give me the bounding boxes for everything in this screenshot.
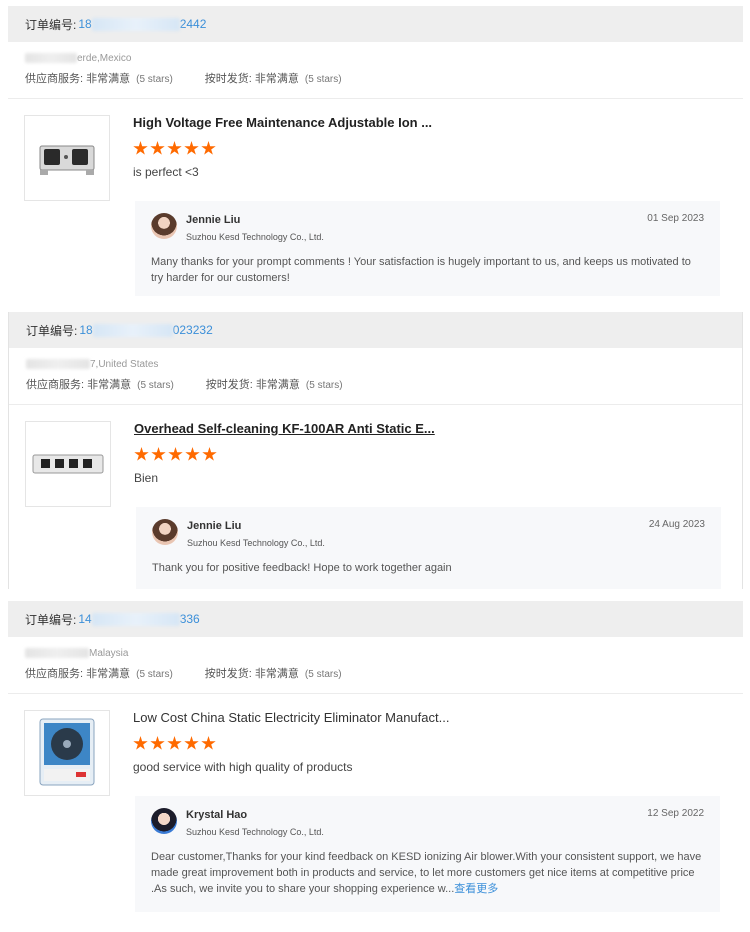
star-icon <box>150 736 165 750</box>
ionizer-product-icon <box>39 145 95 175</box>
order-number-label: 订单编号: <box>25 17 77 32</box>
star-icon <box>134 447 149 461</box>
supplier-reply: Jennie Liu Suzhou Kesd Technology Co., L… <box>135 201 720 296</box>
star-icon <box>168 447 183 461</box>
avatar <box>151 808 177 834</box>
review-text: good service with high quality of produc… <box>133 760 353 774</box>
order-header: 订单编号: 14 336 <box>8 601 743 637</box>
order-card: 订单编号: 18 023232 7,United States 供应商服务: 非常… <box>8 312 743 589</box>
order-number-link[interactable]: 14 336 <box>78 612 200 627</box>
redacted-blur <box>91 18 180 32</box>
supplier-service-rating: 供应商服务: 非常满意 (5 stars) <box>25 73 173 85</box>
order-header: 订单编号: 18 023232 <box>9 312 742 348</box>
star-icon <box>167 141 182 155</box>
avatar <box>151 213 177 239</box>
star-icon <box>201 736 216 750</box>
reply-date: 24 Aug 2023 <box>648 519 705 530</box>
buyer-location: 7,United States <box>26 356 725 372</box>
product-review: High Voltage Free Maintenance Adjustable… <box>8 99 743 296</box>
star-rating <box>133 141 743 159</box>
order-ratings: 供应商服务: 非常满意 (5 stars) 按时发货: 非常满意 (5 stars) <box>26 372 725 396</box>
review-text: is perfect <3 <box>133 165 199 179</box>
star-icon <box>184 736 199 750</box>
star-icon <box>150 141 165 155</box>
order-header: 订单编号: 18 2442 <box>8 6 743 42</box>
order-number-label: 订单编号: <box>26 323 78 338</box>
redacted-blur <box>25 53 77 63</box>
redacted-blur <box>91 613 180 627</box>
buyer-location: erde,Mexico <box>25 50 726 66</box>
product-thumbnail[interactable] <box>25 421 111 507</box>
product-review: Low Cost China Static Electricity Elimin… <box>8 694 743 912</box>
product-title-link[interactable]: High Voltage Free Maintenance Adjustable… <box>133 115 743 133</box>
order-card: 订单编号: 14 336 Malaysia 供应商服务: 非常满意 (5 stars… <box>8 601 743 912</box>
redacted-blur <box>26 359 90 369</box>
review-text: Bien <box>134 471 159 485</box>
shipping-rating: 按时发货: 非常满意 (5 stars) <box>204 73 342 85</box>
order-ratings: 供应商服务: 非常满意 (5 stars) 按时发货: 非常满意 (5 stars) <box>25 66 726 90</box>
redacted-blur <box>25 648 89 658</box>
reply-date: 12 Sep 2022 <box>647 808 704 819</box>
reply-text: Many thanks for your prompt comments ! Y… <box>151 256 691 284</box>
buyer-location: Malaysia <box>25 645 726 661</box>
shipping-rating: 按时发货: 非常满意 (5 stars) <box>205 379 343 391</box>
reply-company: Suzhou Kesd Technology Co., Ltd. <box>187 538 325 548</box>
star-icon <box>151 447 166 461</box>
reply-text: Dear customer,Thanks for your kind feedb… <box>151 851 702 895</box>
reply-date: 01 Sep 2023 <box>647 213 704 224</box>
air-blower-product-icon <box>39 718 95 786</box>
reply-company: Suzhou Kesd Technology Co., Ltd. <box>186 232 324 242</box>
supplier-service-rating: 供应商服务: 非常满意 (5 stars) <box>25 668 173 680</box>
avatar <box>152 519 178 545</box>
supplier-reply: Krystal Hao Suzhou Kesd Technology Co., … <box>135 796 720 912</box>
product-title-link[interactable]: Low Cost China Static Electricity Elimin… <box>133 710 743 728</box>
product-thumbnail[interactable] <box>24 710 110 796</box>
see-more-link[interactable]: 查看更多 <box>454 883 498 895</box>
star-icon <box>185 447 200 461</box>
reply-author-name: Jennie Liu <box>186 214 241 226</box>
reply-company: Suzhou Kesd Technology Co., Ltd. <box>186 827 324 837</box>
ionizer-bar-product-icon <box>32 454 104 474</box>
supplier-service-rating: 供应商服务: 非常满意 (5 stars) <box>26 379 174 391</box>
star-icon <box>202 447 217 461</box>
star-rating <box>134 447 742 465</box>
star-icon <box>201 141 216 155</box>
order-number-label: 订单编号: <box>25 612 77 627</box>
reply-author-name: Jennie Liu <box>187 520 242 532</box>
star-icon <box>184 141 199 155</box>
order-card: 订单编号: 18 2442 erde,Mexico 供应商服务: 非常满意 (5 s… <box>8 6 743 296</box>
reply-author-name: Krystal Hao <box>186 809 248 821</box>
star-icon <box>133 141 148 155</box>
product-review: Overhead Self-cleaning KF-100AR Anti Sta… <box>9 405 742 589</box>
star-icon <box>167 736 182 750</box>
star-icon <box>133 736 148 750</box>
star-rating <box>133 736 743 754</box>
reply-text: Thank you for positive feedback! Hope to… <box>152 562 452 574</box>
product-title-link[interactable]: Overhead Self-cleaning KF-100AR Anti Sta… <box>134 421 742 439</box>
shipping-rating: 按时发货: 非常满意 (5 stars) <box>204 668 342 680</box>
redacted-blur <box>92 324 173 338</box>
order-number-link[interactable]: 18 023232 <box>79 323 213 338</box>
product-thumbnail[interactable] <box>24 115 110 201</box>
order-ratings: 供应商服务: 非常满意 (5 stars) 按时发货: 非常满意 (5 stars) <box>25 661 726 685</box>
order-number-link[interactable]: 18 2442 <box>78 17 206 32</box>
supplier-reply: Jennie Liu Suzhou Kesd Technology Co., L… <box>136 507 721 589</box>
